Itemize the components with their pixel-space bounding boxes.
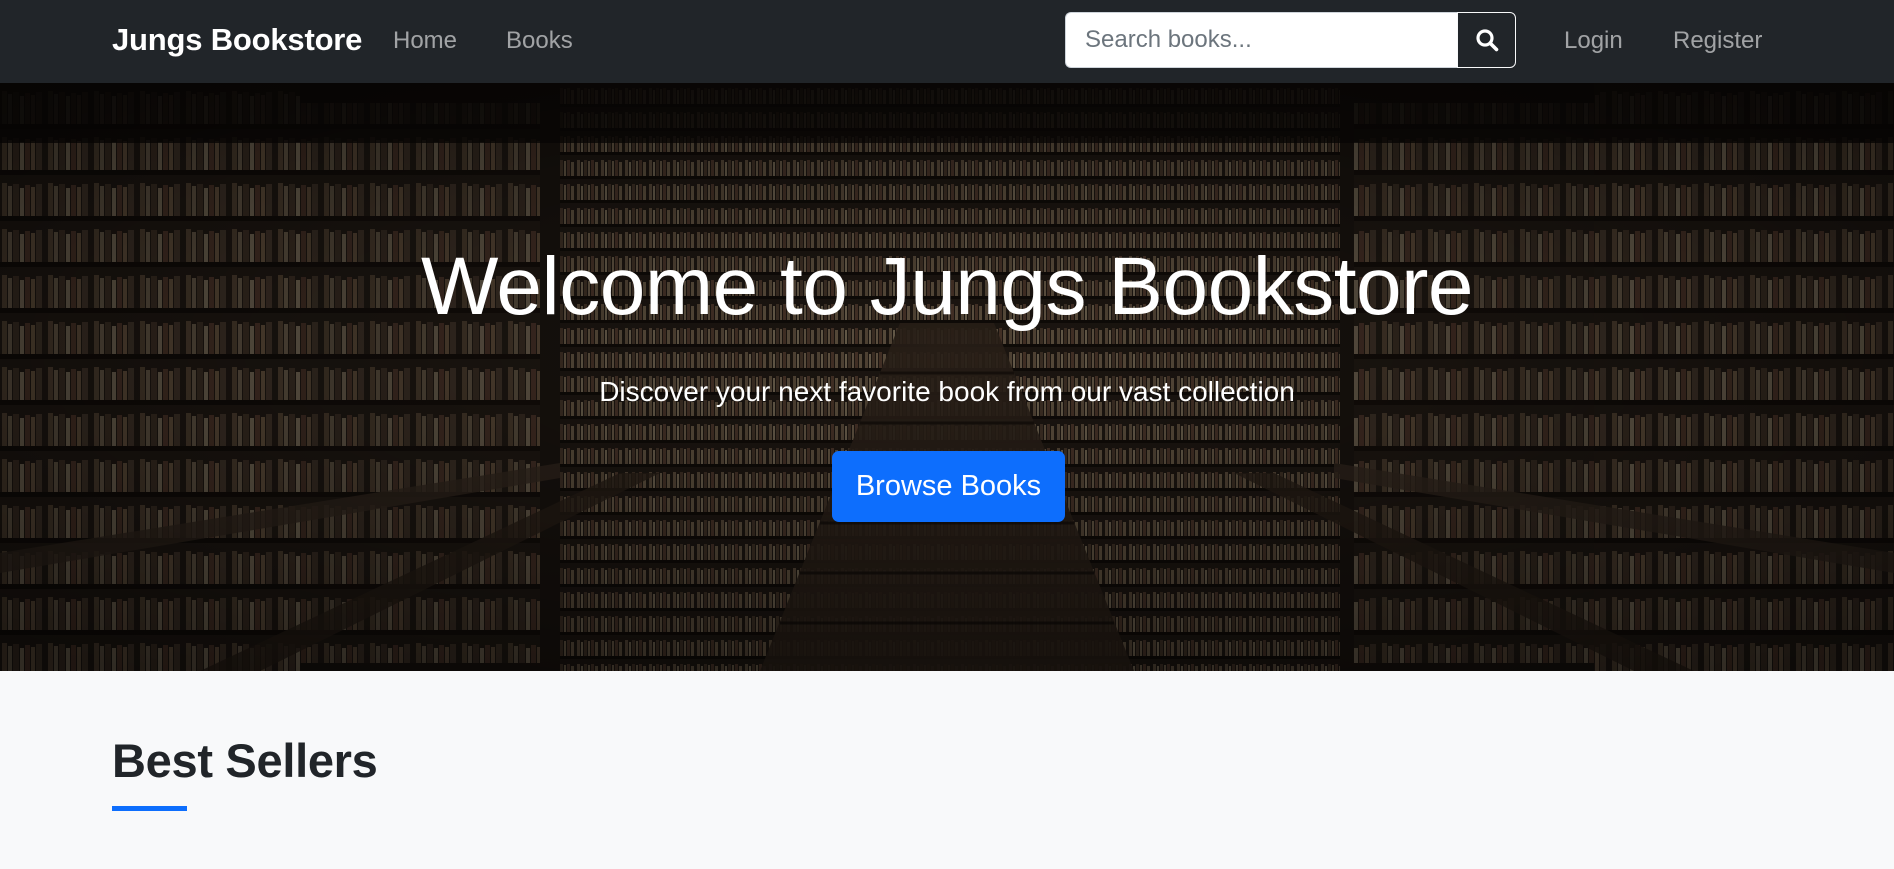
top-navbar: Jungs Bookstore Home Books Login Registe… [0, 0, 1894, 83]
search-input[interactable] [1065, 12, 1457, 68]
nav-books-link[interactable]: Books [506, 27, 573, 55]
hero-banner: Welcome to Jungs Bookstore Discover your… [0, 83, 1894, 671]
search-button[interactable] [1457, 12, 1516, 68]
search-icon [1475, 29, 1498, 52]
heading-underline [112, 806, 187, 811]
hero-subtitle: Discover your next favorite book from ou… [599, 376, 1295, 407]
nav-register-link[interactable]: Register [1673, 27, 1762, 55]
brand-logo[interactable]: Jungs Bookstore [112, 22, 362, 58]
nav-home-link[interactable]: Home [393, 27, 457, 55]
search-form [1065, 12, 1516, 68]
hero-title: Welcome to Jungs Bookstore [421, 241, 1474, 332]
nav-login-link[interactable]: Login [1564, 27, 1623, 55]
browse-books-button[interactable]: Browse Books [832, 451, 1065, 522]
best-sellers-heading: Best Sellers [112, 734, 378, 787]
